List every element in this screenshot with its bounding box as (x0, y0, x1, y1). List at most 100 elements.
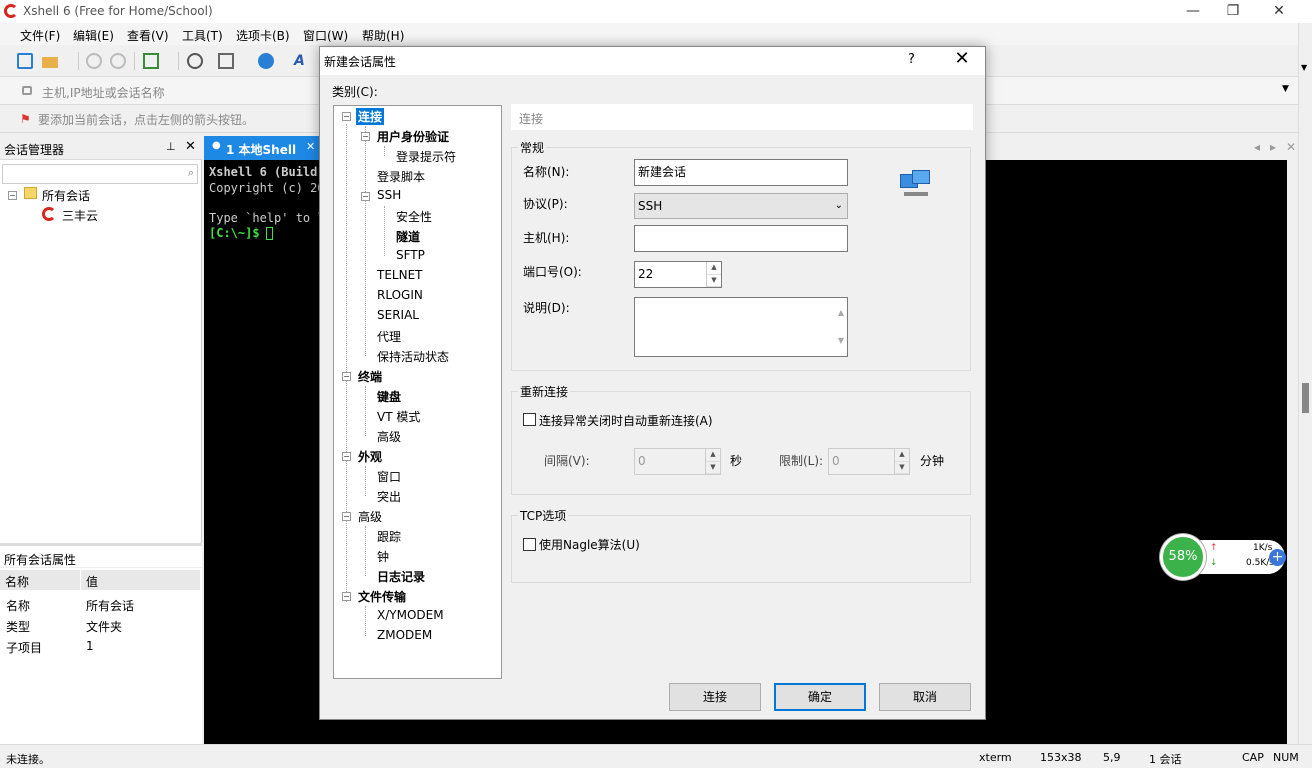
menu-view[interactable]: 查看(V) (127, 27, 169, 44)
close-icon[interactable]: ✕ (1256, 0, 1302, 23)
tab-local-shell[interactable]: ● 1 本地Shell ✕ (204, 136, 320, 160)
status-caps: CAP (1242, 751, 1264, 764)
tree-bell[interactable]: 钟 (377, 548, 389, 565)
spin-down-icon[interactable]: ▼ (707, 275, 721, 287)
close-tab-icon[interactable]: ✕ (1286, 140, 1296, 154)
description-textarea[interactable]: ▲ ▼ (634, 297, 848, 357)
close-panel-icon[interactable]: ✕ (185, 139, 196, 154)
tab-close-icon[interactable]: ✕ (306, 140, 315, 153)
host-input[interactable] (634, 225, 848, 252)
layout-icon[interactable] (218, 53, 234, 69)
menu-help[interactable]: 帮助(H) (362, 27, 404, 44)
connect-icon[interactable] (86, 53, 102, 69)
column-name[interactable]: 名称 (5, 573, 29, 590)
tree-highlight[interactable]: 突出 (377, 488, 401, 505)
auto-reconnect-label[interactable]: 连接异常关闭时自动重新连接(A) (539, 412, 713, 429)
tab-scroll-right-icon[interactable]: ▸ (1270, 140, 1276, 154)
tree-advanced[interactable]: 高级 (358, 508, 382, 525)
tree-security[interactable]: 安全性 (396, 208, 432, 225)
properties-icon[interactable] (143, 53, 159, 69)
bookmark-arrow-icon[interactable]: ⚑ (20, 112, 31, 126)
new-session-icon[interactable] (17, 53, 33, 69)
network-monitor-widget[interactable]: ↑ 1K/s ↓ 0.5K/s + 58% (1160, 534, 1286, 580)
tree-logging[interactable]: 日志记录 (377, 568, 425, 585)
maximize-icon[interactable]: ❐ (1210, 0, 1256, 23)
category-tree[interactable]: − 连接 − 用户身份验证 登录提示符 登录脚本 − SSH 安全性 隧道 SF… (333, 105, 502, 679)
expand-ssh-icon[interactable]: − (361, 192, 370, 201)
status-text: 未连接。 (6, 753, 50, 766)
scroll-down-icon[interactable]: ▼ (1301, 63, 1307, 72)
menu-tools[interactable]: 工具(T) (182, 27, 223, 44)
tab-scroll-left-icon[interactable]: ◂ (1254, 140, 1260, 154)
tree-appearance[interactable]: 外观 (358, 448, 382, 465)
menu-file[interactable]: 文件(F) (20, 27, 60, 44)
chevron-down-icon[interactable]: ▼ (1282, 84, 1289, 94)
cancel-button[interactable]: 取消 (879, 683, 971, 711)
scroll-down-icon[interactable]: ▼ (838, 329, 844, 353)
port-label: 端口号(O): (523, 265, 582, 279)
status-pos: 5,9 (1103, 751, 1121, 764)
tree-login-prompt[interactable]: 登录提示符 (396, 148, 456, 165)
tree-terminal[interactable]: 终端 (358, 368, 382, 385)
menu-edit[interactable]: 编辑(E) (73, 27, 114, 44)
tree-user-auth[interactable]: 用户身份验证 (377, 128, 449, 145)
nagle-label[interactable]: 使用Nagle算法(U) (539, 536, 640, 553)
window-scrollbar[interactable]: ▼ (1298, 23, 1312, 744)
scroll-up-icon[interactable]: ▲ (838, 301, 844, 325)
session-properties-panel: 所有会话属性 名称 值 名称 所有会话 类型 文件夹 子项目 1 (0, 543, 202, 744)
open-folder-icon[interactable] (42, 57, 58, 68)
pin-icon[interactable]: ⊥ (166, 140, 176, 153)
tree-vt-mode[interactable]: VT 模式 (377, 408, 420, 425)
tree-item-all-sessions[interactable]: 所有会话 (42, 187, 90, 204)
tree-terminal-advanced[interactable]: 高级 (377, 428, 401, 445)
expand-terminal-icon[interactable]: − (342, 372, 351, 381)
disconnect-icon[interactable] (110, 53, 126, 69)
connect-button[interactable]: 连接 (669, 683, 761, 711)
tree-serial[interactable]: SERIAL (377, 308, 419, 322)
spin-up-icon[interactable]: ▲ (707, 262, 721, 275)
terminal-line: Xshell 6 (Build (209, 165, 318, 179)
ok-button[interactable]: 确定 (774, 683, 866, 711)
expand-connection-icon[interactable]: − (342, 112, 351, 121)
nagle-checkbox[interactable] (523, 538, 536, 551)
tree-window[interactable]: 窗口 (377, 468, 401, 485)
expand-auth-icon[interactable]: − (361, 132, 370, 141)
expand-appearance-icon[interactable]: − (342, 452, 351, 461)
tree-sftp[interactable]: SFTP (396, 248, 425, 262)
font-icon[interactable]: A (294, 53, 310, 69)
tree-trace[interactable]: 跟踪 (377, 528, 401, 545)
tree-keepalive[interactable]: 保持活动状态 (377, 348, 449, 365)
tree-keyboard[interactable]: 键盘 (377, 388, 401, 405)
scrollbar-thumb[interactable] (1302, 383, 1309, 413)
tree-item-session[interactable]: 三丰云 (62, 207, 98, 224)
name-input[interactable]: 新建会话 (634, 159, 848, 186)
search-icon[interactable] (187, 53, 203, 69)
tree-file-transfer[interactable]: 文件传输 (358, 588, 406, 605)
tree-telnet[interactable]: TELNET (377, 268, 423, 282)
session-search-input[interactable]: ⌕ (2, 164, 198, 184)
add-icon[interactable]: + (1269, 549, 1286, 566)
tree-xymodem[interactable]: X/YMODEM (377, 608, 444, 622)
globe-icon[interactable] (258, 53, 274, 69)
tree-connection[interactable]: 连接 (356, 108, 385, 125)
dialog-close-icon[interactable]: ✕ (950, 48, 974, 69)
tree-login-script[interactable]: 登录脚本 (377, 168, 425, 185)
menu-tabs[interactable]: 选项卡(B) (236, 27, 290, 44)
port-input[interactable]: 22 ▲ ▼ (634, 261, 722, 288)
tree-ssh[interactable]: SSH (377, 188, 401, 202)
tree-proxy[interactable]: 代理 (377, 328, 401, 345)
address-input[interactable]: 主机,IP地址或会话名称 (42, 84, 165, 101)
port-spinner[interactable]: ▲ ▼ (706, 262, 721, 287)
terminal-scrollbar[interactable] (1287, 160, 1298, 744)
protocol-select[interactable]: SSH ⌄ (634, 193, 848, 219)
expand-file-transfer-icon[interactable]: − (342, 592, 351, 601)
collapse-icon[interactable]: − (8, 191, 17, 200)
tree-tunnel[interactable]: 隧道 (396, 228, 420, 245)
column-value[interactable]: 值 (86, 573, 98, 590)
tree-rlogin[interactable]: RLOGIN (377, 288, 423, 302)
auto-reconnect-checkbox[interactable] (523, 413, 536, 426)
help-icon[interactable]: ? (908, 52, 915, 67)
expand-advanced-icon[interactable]: − (342, 512, 351, 521)
tree-zmodem[interactable]: ZMODEM (377, 628, 432, 642)
menu-window[interactable]: 窗口(W) (303, 27, 348, 44)
